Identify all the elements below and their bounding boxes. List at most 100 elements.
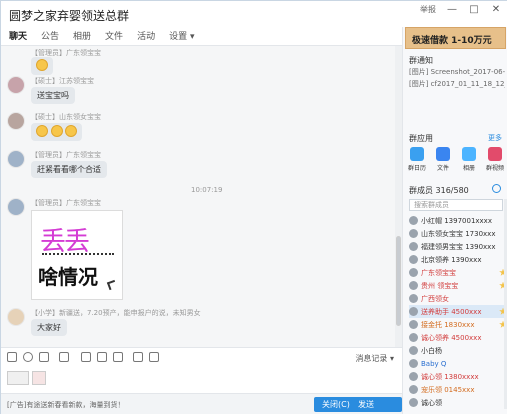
apps-more-link[interactable]: 更多 [488, 133, 502, 143]
member-name: 小白杨 [421, 346, 442, 355]
thumbs-emoji-icon [50, 125, 63, 137]
notice-item[interactable]: [图片] Screenshot_2017-06-28-13... [409, 67, 505, 77]
gift-icon[interactable] [97, 352, 107, 362]
more-icon[interactable] [149, 352, 159, 362]
timestamp: 10:07:19 [191, 186, 223, 194]
title-bar: 圆梦之家弃婴领送总群 举报 — □ ✕ [1, 1, 507, 27]
members-count: 群成员 316/580 [409, 186, 469, 195]
message-history-button[interactable]: 消息记录 ▾ [355, 353, 394, 364]
member-row[interactable]: 小红帽 1397001xxxx [409, 214, 507, 227]
member-name: 接金托 1830xxx [421, 320, 475, 329]
member-avatar [409, 320, 418, 329]
message-bubble: 送宝宝吗 [31, 87, 75, 104]
app-calendar[interactable]: 群日历 [407, 147, 427, 177]
member-row[interactable]: 接金托 1830xxx [409, 318, 507, 331]
member-row[interactable]: 贵州 领宝宝 [409, 279, 507, 292]
apps-title: 群应用 [409, 134, 433, 143]
member-avatar [409, 385, 418, 394]
maximize-icon[interactable]: □ [468, 4, 480, 15]
app-files[interactable]: 文件 [433, 147, 453, 177]
member-row[interactable]: Baby Q [409, 357, 507, 370]
member-name: 福建领男宝宝 1390xxx [421, 242, 496, 251]
member-avatar [409, 398, 418, 407]
search-icon[interactable] [492, 184, 501, 193]
app-video[interactable]: 群视频 [485, 147, 505, 177]
sender-label: 【管理员】广东领宝宝 [31, 151, 101, 159]
member-row[interactable]: 送养助手 4500xxx [409, 305, 507, 318]
notice-title: 群通知 [409, 56, 433, 65]
smile-emoji-icon [36, 59, 48, 71]
ad-hint[interactable]: [广告]有途送新春看新款，海量到货！ [7, 400, 124, 410]
message-bubble: 大家好 [31, 319, 67, 336]
minimize-icon[interactable]: — [446, 4, 458, 15]
calendar-icon [410, 147, 424, 161]
report-button[interactable]: 举报 [420, 4, 436, 15]
avatar[interactable] [7, 112, 25, 130]
chat-history[interactable]: 【管理员】广东领宝宝 【硕士】江苏领宝宝 送宝宝吗 【硕士】山东领女宝宝 【管理… [1, 45, 402, 347]
upload-file-icon[interactable] [81, 352, 91, 362]
send-button[interactable]: 发送(S)▾ [350, 397, 402, 412]
member-avatar [409, 294, 418, 303]
member-name: 小红帽 1397001xxxx [421, 216, 492, 225]
bottom-bar: [广告]有途送新春看新款，海量到货！ 关闭(C) 发送(S)▾ [1, 393, 402, 414]
window-title: 圆梦之家弃婴领送总群 [9, 9, 130, 23]
font-icon[interactable] [7, 352, 17, 362]
member-name: 诚心领 1380xxxx [421, 372, 479, 381]
image-thumbnail[interactable] [32, 371, 46, 385]
member-name: 宠乐领 0145xxx [421, 385, 475, 394]
emoji-bubble [31, 123, 83, 141]
member-row[interactable]: 广东领宝宝 [409, 266, 507, 279]
member-row[interactable]: 诚心领 [409, 396, 507, 409]
member-avatar [409, 333, 418, 342]
member-row[interactable]: 诚心领 1380xxxx [409, 370, 507, 383]
red-packet-icon[interactable] [133, 352, 143, 362]
member-row[interactable]: 广西领女 [409, 292, 507, 305]
member-row[interactable]: 北京领养 1390xxx [409, 253, 507, 266]
member-avatar [409, 372, 418, 381]
member-name: 送养助手 4500xxx [421, 307, 482, 316]
sticker-pointer-icon [106, 279, 118, 291]
group-apps: 群日历 文件 相册 群视频 [407, 147, 505, 177]
sender-label: 【管理员】广东领宝宝 [31, 199, 101, 207]
photo-icon [462, 147, 476, 161]
gif-icon[interactable] [39, 352, 49, 362]
avatar[interactable] [7, 76, 25, 94]
member-name: 诚心领养 4500xxx [421, 333, 482, 342]
ad-banner[interactable]: 极速借款 1-10万元 [405, 27, 506, 49]
member-avatar [409, 229, 418, 238]
notice-item[interactable]: [图片] cf2017_01_11_18_12_42.jpg [409, 79, 505, 89]
app-album[interactable]: 相册 [459, 147, 479, 177]
member-row[interactable]: 诚心领养 4500xxx [409, 331, 507, 344]
app-label: 群视频 [485, 165, 504, 172]
member-row[interactable]: 宠乐领 0145xxx [409, 383, 507, 396]
close-icon[interactable]: ✕ [490, 4, 502, 15]
emoji-icon[interactable] [23, 352, 33, 362]
message-input[interactable] [1, 367, 402, 393]
member-name: 诚心领 [421, 398, 442, 407]
member-row[interactable]: 山东领女宝宝 1730xxx [409, 227, 507, 240]
send-label: 发送(S) [358, 400, 374, 409]
chat-scrollbar[interactable] [395, 46, 402, 347]
screenshot-scissors-icon[interactable] [113, 352, 123, 362]
member-name: 广西领女 [421, 294, 449, 303]
image-thumbnail[interactable] [7, 371, 29, 385]
avatar[interactable] [7, 150, 25, 168]
sticker-image[interactable]: 丢丢 啥情况 [31, 210, 123, 300]
member-row[interactable]: 小白杨 [409, 344, 507, 357]
member-list: 小红帽 1397001xxxx 山东领女宝宝 1730xxx 福建领男宝宝 13… [409, 214, 507, 409]
avatar[interactable] [7, 198, 25, 216]
pasted-images [7, 371, 46, 385]
member-row[interactable]: 福建领男宝宝 1390xxx [409, 240, 507, 253]
image-icon[interactable] [59, 352, 69, 362]
member-name: 山东领女宝宝 1730xxx [421, 229, 496, 238]
thumbs-emoji-icon [65, 125, 78, 137]
avatar[interactable] [7, 308, 25, 326]
right-panel: 极速借款 1-10万元 群通知 [图片] Screenshot_2017-06-… [402, 27, 507, 414]
input-toolbar: 消息记录 ▾ [1, 347, 402, 367]
member-avatar [409, 242, 418, 251]
ad-text: 极速借款 1-10万元 [412, 36, 492, 46]
video-icon [488, 147, 502, 161]
scroll-thumb[interactable] [396, 236, 401, 326]
app-label: 群日历 [407, 165, 426, 172]
member-search-input[interactable]: 搜索群成员 [409, 199, 503, 211]
